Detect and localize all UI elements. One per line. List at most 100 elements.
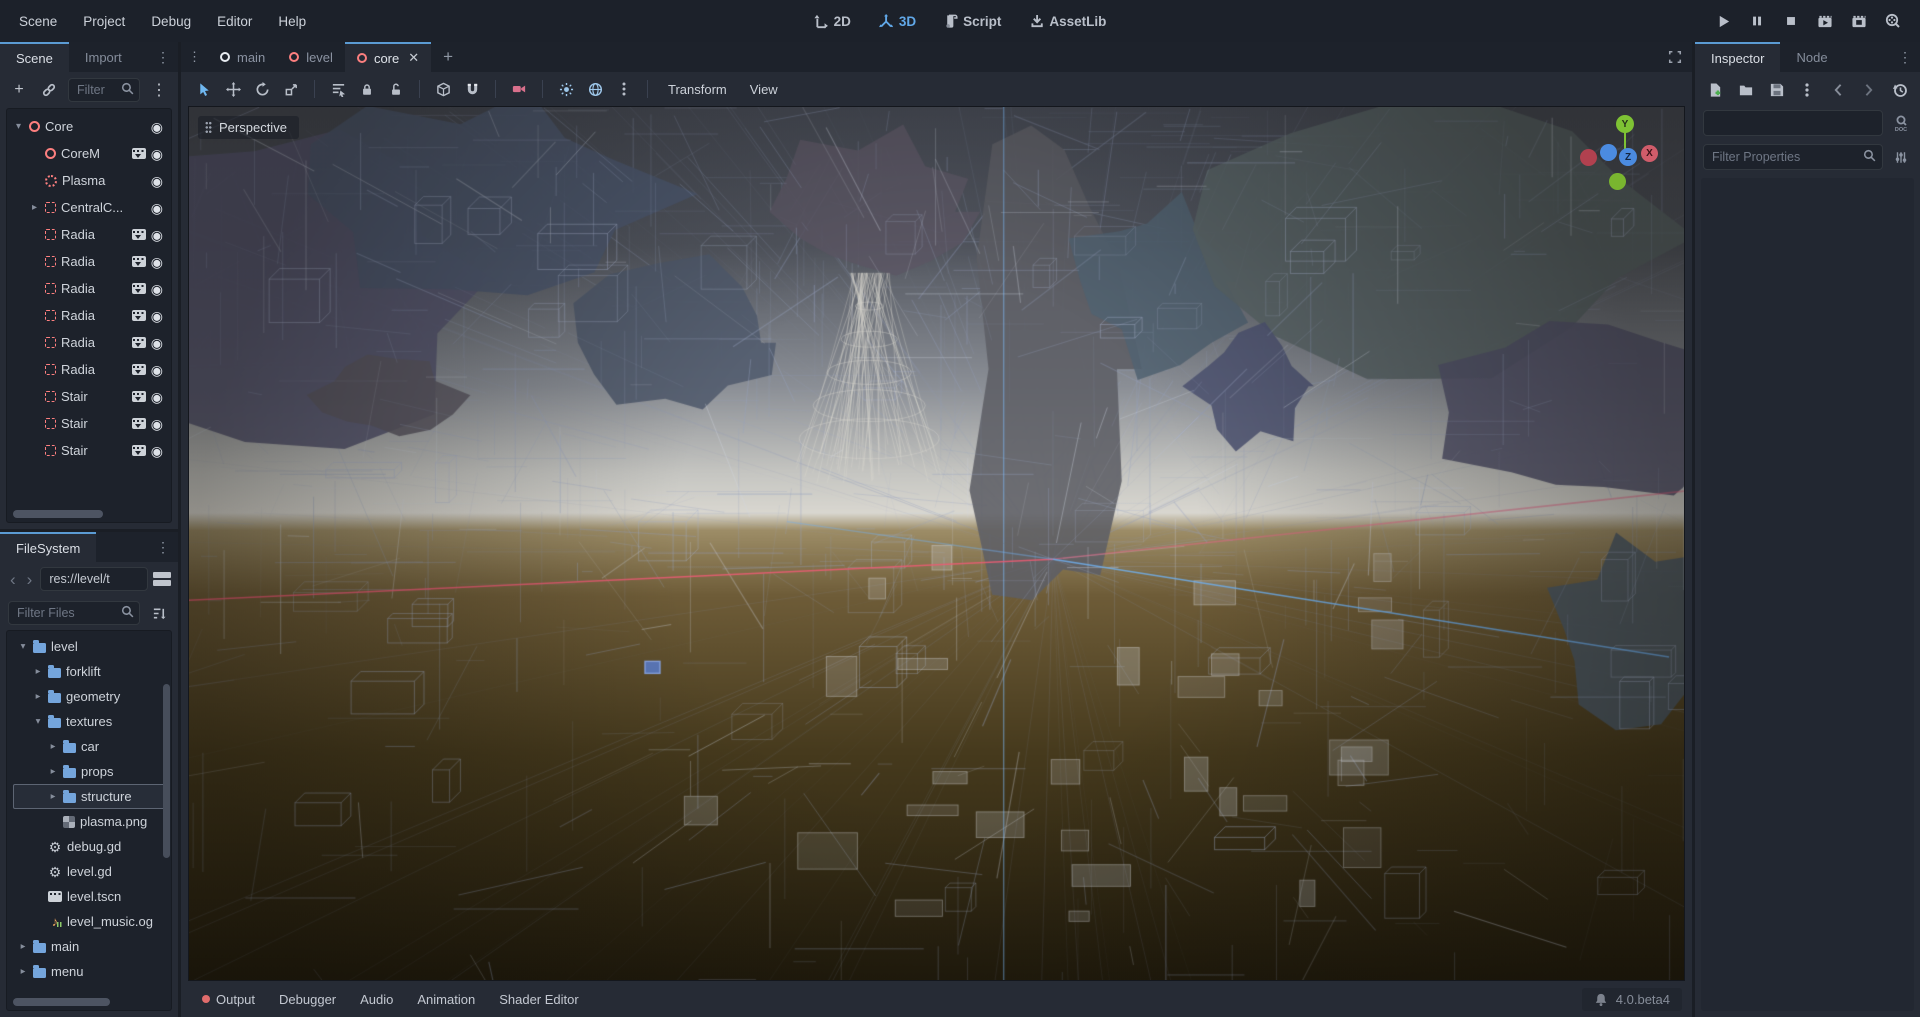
axis-neg-z-ball[interactable] [1600, 144, 1617, 161]
open-instance-icon[interactable] [132, 391, 146, 402]
scene-node-row[interactable]: Radia◉ [11, 275, 169, 302]
play-custom-scene-button[interactable] [1846, 8, 1872, 34]
fs-tree-row[interactable]: ⚙debug.gd [13, 834, 169, 859]
inspector-dock-options-dots[interactable]: ⋮ [1890, 42, 1920, 72]
camera-preview-tool-button[interactable] [506, 76, 532, 102]
save-resource-button[interactable] [1767, 79, 1787, 101]
axis-z-ball[interactable]: Z [1619, 148, 1637, 166]
expander-icon[interactable]: ▸ [33, 666, 43, 677]
new-resource-button[interactable] [1705, 79, 1725, 101]
open-instance-icon[interactable] [132, 364, 146, 375]
fs-tree-vscrollbar[interactable] [163, 684, 170, 858]
scene-dock-options-dots[interactable]: ⋮ [148, 79, 170, 101]
fs-tree-row[interactable]: ▾level [13, 634, 169, 659]
bell-icon[interactable] [1594, 992, 1608, 1007]
properties-filter-input[interactable] [1703, 144, 1883, 170]
visibility-eye-icon[interactable]: ◉ [151, 201, 163, 215]
menu-view[interactable]: View [740, 78, 788, 101]
fs-tree-row[interactable]: ▸car [13, 734, 169, 759]
axis-y-ball[interactable]: Y [1616, 115, 1634, 133]
context-2d-button[interactable]: 2D [805, 10, 860, 33]
visibility-eye-icon[interactable]: ◉ [151, 390, 163, 404]
close-tab-icon[interactable]: ✕ [408, 50, 419, 66]
fs-tree-row[interactable]: ▾textures [13, 709, 169, 734]
open-instance-icon[interactable] [132, 310, 146, 321]
view-options-dots-tool-button[interactable] [611, 76, 637, 102]
fs-forward-button[interactable]: › [24, 571, 36, 588]
scene-node-row[interactable]: Stair◉ [11, 383, 169, 410]
open-instance-icon[interactable] [132, 148, 146, 159]
fs-tree-row[interactable]: ▸forklift [13, 659, 169, 684]
fs-back-button[interactable]: ‹ [7, 571, 19, 588]
load-resource-button[interactable] [1736, 79, 1756, 101]
instance-scene-button[interactable] [38, 79, 60, 101]
tab-filesystem[interactable]: FileSystem [0, 532, 96, 562]
visibility-eye-icon[interactable]: ◉ [151, 363, 163, 377]
expander-icon[interactable]: ▾ [33, 716, 43, 727]
tab-scene[interactable]: Scene [0, 42, 69, 72]
object-history-button[interactable] [1890, 79, 1910, 101]
axis-x-ball[interactable]: X [1641, 145, 1658, 162]
menu-help[interactable]: Help [267, 9, 317, 34]
scene-tab-main[interactable]: main [208, 42, 277, 72]
fs-tree-row[interactable]: plasma.png [13, 809, 169, 834]
scene-tab-core[interactable]: core✕ [345, 42, 431, 72]
history-back-button[interactable] [1828, 79, 1848, 101]
resource-name-field[interactable] [1703, 110, 1883, 136]
history-forward-button[interactable] [1859, 79, 1879, 101]
snap-tool-button[interactable] [459, 76, 485, 102]
scene-node-row[interactable]: Radia◉ [11, 302, 169, 329]
menu-editor[interactable]: Editor [206, 9, 263, 34]
scene-tab-level[interactable]: level [277, 42, 345, 72]
bottom-tab-shader-editor[interactable]: Shader Editor [488, 987, 590, 1012]
open-instance-icon[interactable] [132, 256, 146, 267]
expander-icon[interactable]: ▾ [18, 641, 28, 652]
lock-tool-button[interactable] [354, 76, 380, 102]
tab-inspector[interactable]: Inspector [1695, 42, 1780, 72]
axis-neg-x-ball[interactable] [1580, 149, 1597, 166]
axis-neg-y-ball[interactable] [1609, 173, 1626, 190]
expander-icon[interactable]: ▸ [48, 766, 58, 777]
expander-icon[interactable]: ▸ [18, 941, 28, 952]
camera-mode-button[interactable]: Perspective [198, 116, 299, 139]
filesystem-dock-options-dots[interactable]: ⋮ [148, 532, 178, 562]
fs-path-field[interactable]: res://level/t [40, 567, 148, 591]
fs-tree-row[interactable]: ▸structure [13, 784, 169, 809]
axis-gizmo[interactable]: Y Z X [1572, 115, 1672, 197]
expander-icon[interactable]: ▸ [29, 202, 40, 213]
scene-node-row[interactable]: CoreM◉ [11, 140, 169, 167]
sun-tool-button[interactable] [553, 76, 579, 102]
scene-node-row[interactable]: ▾Core◉ [11, 113, 169, 140]
tab-node[interactable]: Node [1780, 42, 1843, 72]
visibility-eye-icon[interactable]: ◉ [151, 255, 163, 269]
scene-node-row[interactable]: Radia◉ [11, 248, 169, 275]
menu-debug[interactable]: Debug [140, 9, 202, 34]
context-assetlib-button[interactable]: AssetLib [1020, 10, 1115, 33]
scene-node-row[interactable]: Plasma◉ [11, 167, 169, 194]
context-3d-button[interactable]: 3D [870, 10, 925, 33]
fs-tree-row[interactable]: ▸props [13, 759, 169, 784]
unlock-tool-button[interactable] [383, 76, 409, 102]
menu-project[interactable]: Project [72, 9, 136, 34]
list-select-tool-button[interactable] [325, 76, 351, 102]
visibility-eye-icon[interactable]: ◉ [151, 174, 163, 188]
expander-icon[interactable]: ▸ [33, 691, 43, 702]
menu-scene[interactable]: Scene [8, 9, 68, 34]
scene-tabs-menu-dots[interactable]: ⋮ [181, 42, 208, 72]
scene-node-row[interactable]: Radia◉ [11, 221, 169, 248]
add-node-button[interactable]: + [8, 79, 30, 101]
bottom-tab-audio[interactable]: Audio [349, 987, 404, 1012]
rotate-tool-button[interactable] [249, 76, 275, 102]
fs-tree-row[interactable]: ⚙level.gd [13, 859, 169, 884]
property-tools-icon[interactable] [1890, 146, 1912, 168]
select-tool-button[interactable] [191, 76, 217, 102]
scene-node-row[interactable]: Stair◉ [11, 437, 169, 464]
visibility-eye-icon[interactable]: ◉ [151, 309, 163, 323]
visibility-eye-icon[interactable]: ◉ [151, 444, 163, 458]
resource-options-dots[interactable] [1797, 79, 1817, 101]
open-instance-icon[interactable] [132, 229, 146, 240]
bottom-tab-debugger[interactable]: Debugger [268, 987, 347, 1012]
visibility-eye-icon[interactable]: ◉ [151, 282, 163, 296]
visibility-eye-icon[interactable]: ◉ [151, 336, 163, 350]
scene-node-row[interactable]: Radia◉ [11, 356, 169, 383]
